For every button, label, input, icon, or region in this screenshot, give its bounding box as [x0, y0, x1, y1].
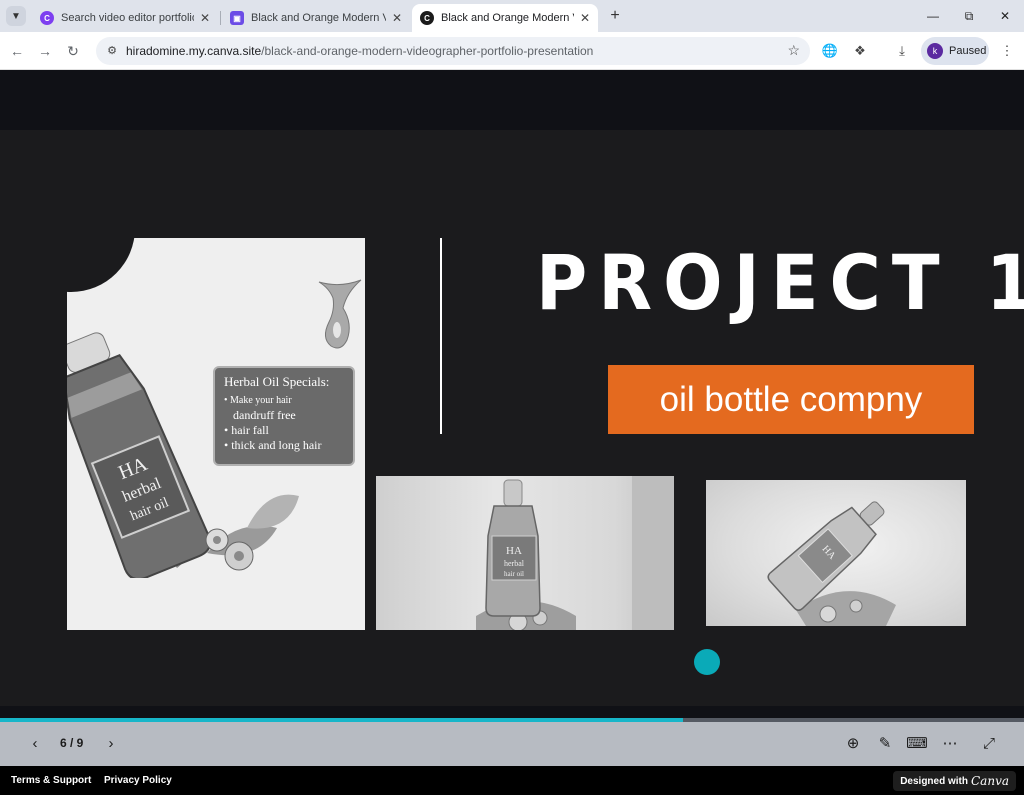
- slide-subtitle: oil bottle compny: [659, 380, 923, 419]
- product-photo-tilted: HA: [706, 480, 966, 626]
- oil-drop-icon: [318, 279, 362, 349]
- minimize-button[interactable]: —: [918, 4, 948, 28]
- url-text[interactable]: hiradomine.my.canva.site/black-and-orang…: [126, 44, 593, 58]
- address-bar[interactable]: ⚙ hiradomine.my.canva.site/black-and-ora…: [96, 37, 810, 65]
- site-settings-icon[interactable]: ⚙: [104, 43, 120, 59]
- canva-favicon-icon: C: [40, 11, 54, 25]
- slide-subtitle-box: oil bottle compny: [608, 365, 974, 434]
- close-tab-icon[interactable]: ✕: [580, 11, 590, 25]
- privacy-policy-link[interactable]: Privacy Policy: [104, 775, 172, 786]
- terms-support-link[interactable]: Terms & Support: [11, 775, 91, 786]
- close-tab-icon[interactable]: ✕: [392, 11, 402, 25]
- herbal-specials-card: Herbal Oil Specials: • Make your hair da…: [213, 366, 355, 466]
- presentation-slide: HA herbal hair oil Herbal Oil Specials: …: [0, 130, 1024, 706]
- next-page-button[interactable]: ›: [100, 733, 122, 755]
- bottle-photo-image: HA: [767, 501, 896, 626]
- browser-menu-icon[interactable]: ⋮: [997, 41, 1017, 61]
- special-item: • Make your hair: [224, 395, 292, 406]
- decorative-circle: [67, 238, 135, 292]
- photo1-line1-text: herbal: [504, 559, 525, 568]
- extensions-icon[interactable]: ❖: [850, 41, 870, 61]
- page-bottom-band: [0, 706, 1024, 718]
- back-button[interactable]: ←: [6, 40, 28, 62]
- page-counter: 6 / 9: [60, 736, 84, 750]
- canva-site-favicon-icon: C: [420, 11, 434, 25]
- photo1-brand-text: HA: [506, 545, 522, 557]
- reload-button[interactable]: ↻: [62, 40, 84, 62]
- new-tab-button[interactable]: +: [606, 6, 624, 26]
- close-tab-icon[interactable]: ✕: [200, 11, 210, 25]
- previous-page-button[interactable]: ‹: [24, 733, 46, 755]
- tab-canva-editor[interactable]: ▣ Black and Orange Modern Vide ✕: [222, 4, 410, 32]
- tab-canva-site[interactable]: C Black and Orange Modern Vide ✕: [412, 4, 598, 32]
- bookmark-star-icon[interactable]: ☆: [787, 42, 800, 59]
- designed-with-canva-badge[interactable]: Designed with Canva: [893, 771, 1016, 791]
- fullscreen-icon[interactable]: ⤢: [978, 733, 1000, 755]
- chevron-down-icon: ▼: [11, 10, 21, 22]
- browser-toolbar: ← → ↻ ⚙ hiradomine.my.canva.site/black-a…: [0, 32, 1024, 70]
- special-item: dandruff free: [233, 408, 296, 422]
- special-item: • thick and long hair: [224, 438, 322, 452]
- profile-button[interactable]: k Paused: [921, 37, 989, 65]
- bottle-photo-image: HA herbal hair oil: [476, 476, 674, 630]
- draw-pen-icon[interactable]: ✎: [874, 733, 896, 755]
- tab-strip: ▼ C Search video editor portfolio - C ✕ …: [0, 0, 1024, 32]
- slide-title: PROJECT 1: [536, 238, 1024, 327]
- tab-search-button[interactable]: ▼: [6, 6, 26, 26]
- decorative-teal-dot: [694, 649, 720, 675]
- canva-logo: Canva: [971, 774, 1009, 788]
- avatar: k: [927, 43, 943, 59]
- forward-button[interactable]: →: [34, 40, 56, 62]
- photo1-line2-text: hair oil: [504, 570, 524, 578]
- download-icon[interactable]: ⤓: [892, 41, 912, 61]
- zoom-icon[interactable]: ⊕: [842, 733, 864, 755]
- close-window-button[interactable]: ✕: [990, 4, 1020, 28]
- site-footer: Terms & Support Privacy Policy Designed …: [0, 766, 1024, 795]
- product-photo-upright: HA herbal hair oil: [376, 476, 674, 630]
- tab-search-portfolio[interactable]: C Search video editor portfolio - C ✕: [32, 4, 218, 32]
- tab-separator: [220, 11, 221, 25]
- presentation-controls: ‹ 6 / 9 › ⊕ ✎ ⌨ ⋯ ⤢: [0, 722, 1024, 766]
- divider-line: [440, 238, 442, 434]
- more-options-icon[interactable]: ⋯: [939, 733, 961, 755]
- translate-icon[interactable]: 🌐: [820, 41, 840, 61]
- canva-app-favicon-icon: ▣: [230, 11, 244, 25]
- page-top-band: [0, 70, 1024, 130]
- product-poster: HA herbal hair oil Herbal Oil Specials: …: [67, 238, 365, 630]
- restore-button[interactable]: ⧉: [954, 4, 984, 28]
- keyboard-shortcuts-icon[interactable]: ⌨: [906, 733, 928, 755]
- special-item: • hair fall: [224, 423, 269, 437]
